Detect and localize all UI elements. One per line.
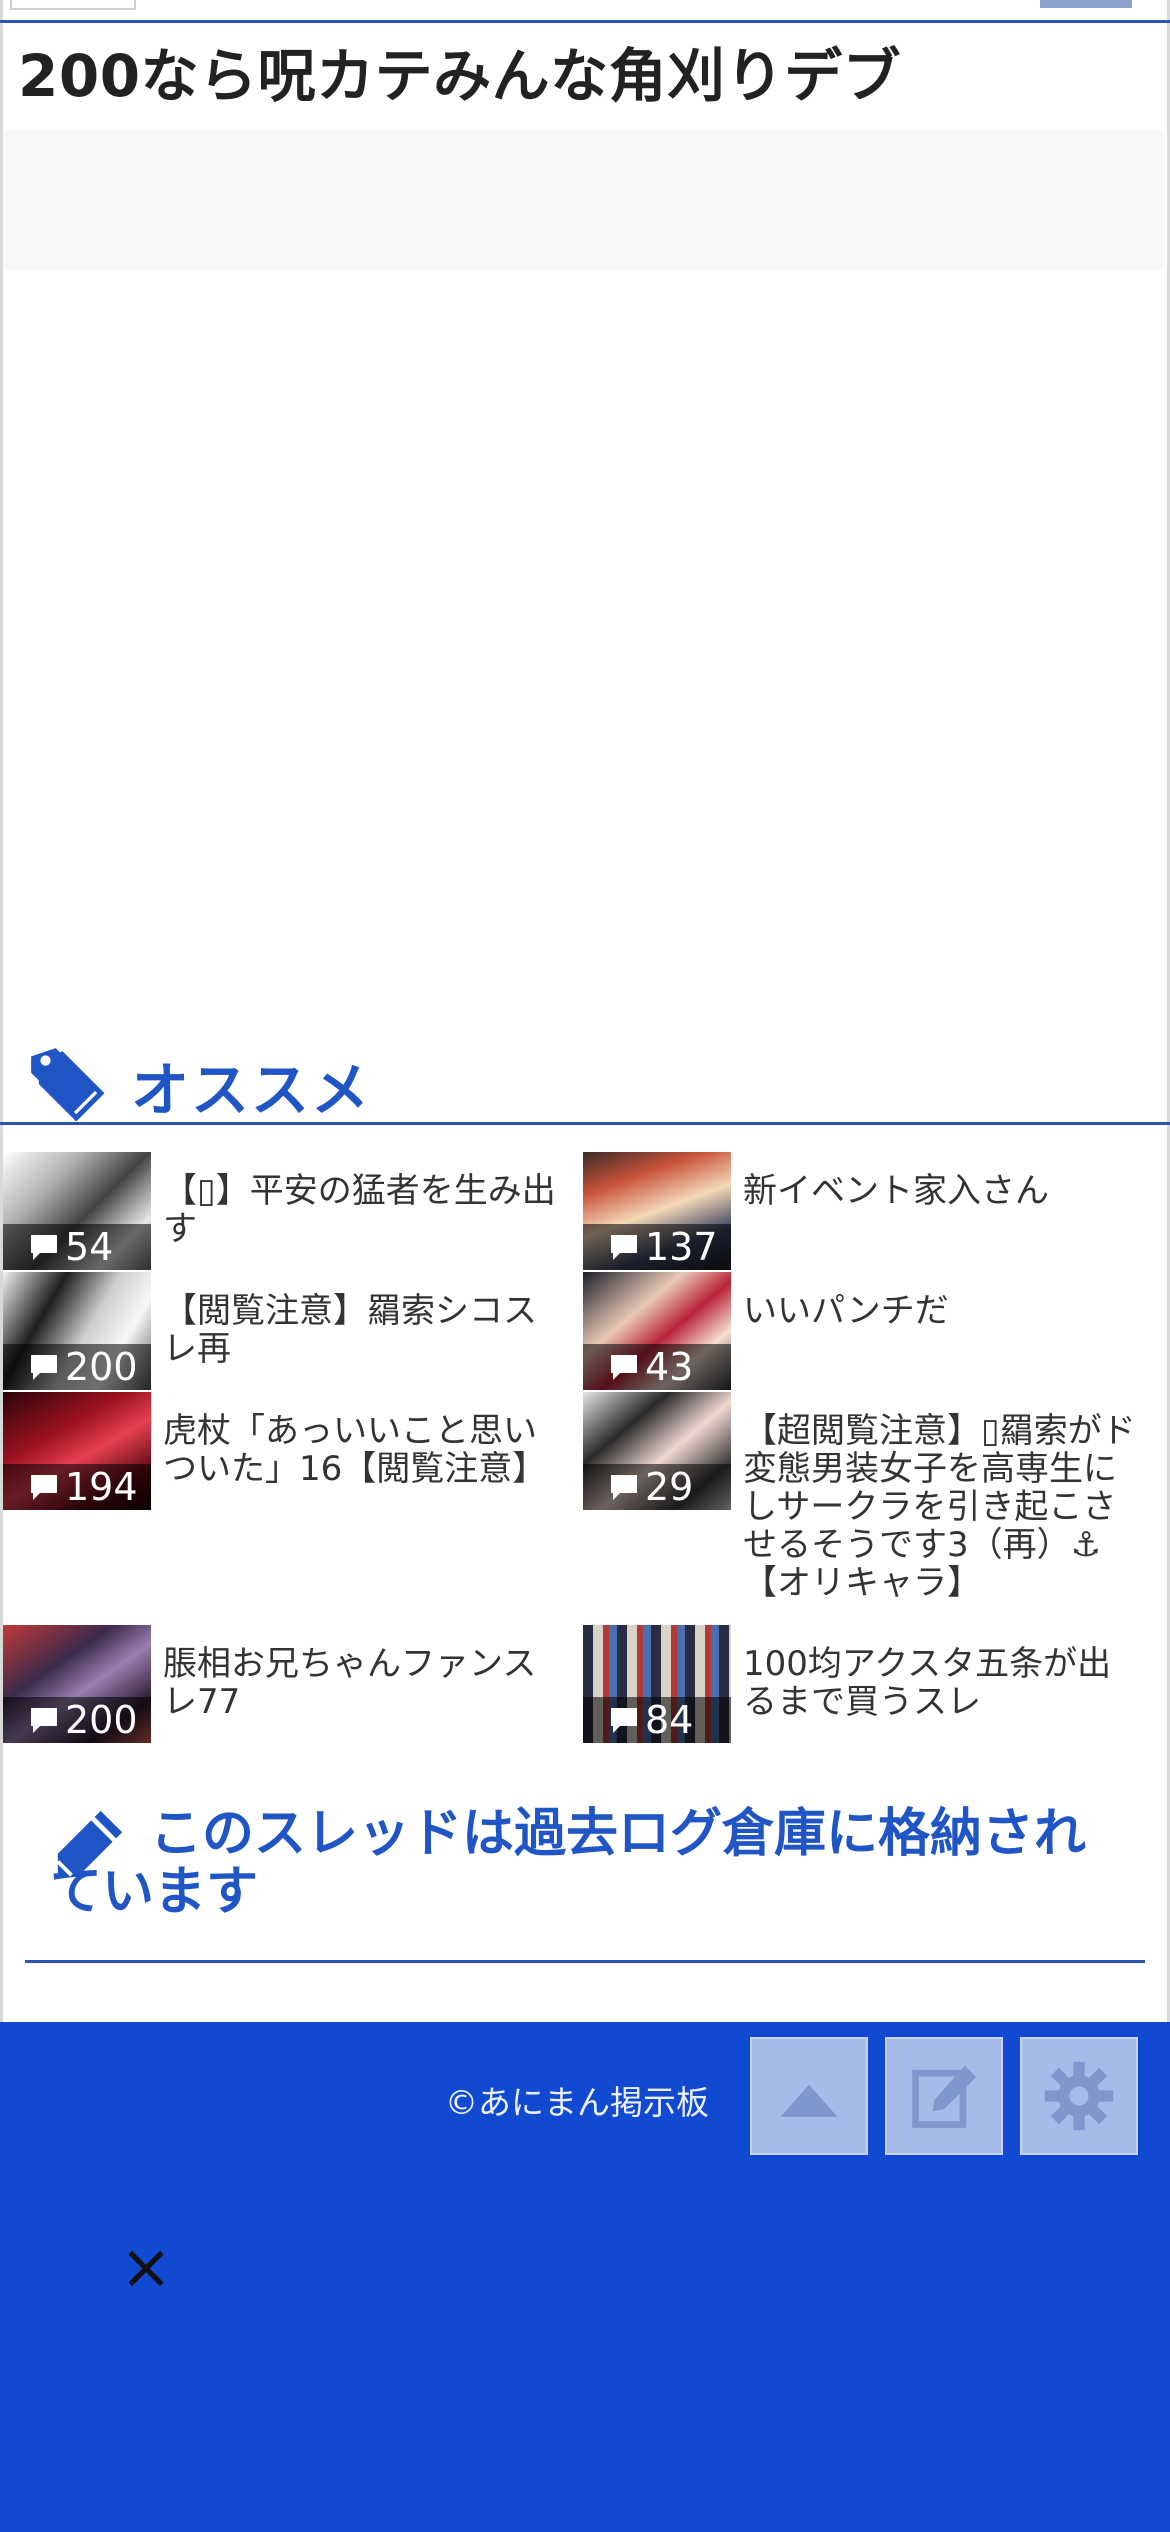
comment-count: 194 [3, 1464, 151, 1510]
top-divider [0, 20, 1170, 23]
comment-icon [31, 1235, 57, 1260]
gear-icon [1044, 2061, 1114, 2131]
comment-icon [611, 1708, 637, 1733]
thread-thumbnail: 84 [583, 1625, 731, 1743]
comment-count: 84 [583, 1697, 731, 1743]
comment-count: 54 [3, 1224, 151, 1270]
comment-icon [611, 1235, 637, 1260]
comment-icon [611, 1475, 637, 1500]
thread-title: いいパンチだ [743, 1291, 949, 1331]
tag-icon [25, 1042, 107, 1128]
thread-thumbnail: 43 [583, 1272, 731, 1390]
thread-title: 【超閲覧注意】▯羂索がド変態男装女子を高専生にしサークラを引き起こさせるそうです… [743, 1411, 1136, 1603]
close-icon[interactable]: × [120, 2236, 172, 2298]
thread-thumbnail: 200 [3, 1625, 151, 1743]
thread-thumbnail: 29 [583, 1392, 731, 1510]
thread-thumbnail: 200 [3, 1272, 151, 1390]
top-input-box[interactable] [10, 0, 136, 10]
thread-title: 100均アクスタ五条が出るまで買うスレ [743, 1644, 1112, 1722]
thread-thumbnail: 194 [3, 1392, 151, 1510]
thread-thumbnail: 137 [583, 1152, 731, 1270]
thread-title: 【閲覧注意】羂索シコスレ再 [163, 1291, 537, 1369]
scroll-top-button[interactable] [750, 2037, 868, 2155]
comment-icon [611, 1355, 637, 1380]
comment-icon [31, 1475, 57, 1500]
thread-title: 脹相お兄ちゃんファンスレ77 [163, 1644, 537, 1722]
page-title: 200なら呪カテみんな角刈りデブ [18, 42, 902, 110]
comment-count: 200 [3, 1697, 151, 1743]
pencil-icon [56, 1810, 123, 1877]
archive-notice-text: このスレッドは過去ログ倉庫に格納されています [50, 1804, 1087, 1922]
edit-icon [912, 2065, 977, 2128]
recommend-divider [0, 1122, 1170, 1125]
archive-notice: このスレッドは過去ログ倉庫に格納されています [50, 1805, 1130, 1921]
comment-count: 137 [583, 1224, 731, 1270]
thread-title: 新イベント家入さん [743, 1171, 1049, 1211]
arrow-up-icon [780, 2084, 838, 2117]
thread-thumbnail: 54 [3, 1152, 151, 1270]
recommend-title: オススメ [131, 1056, 372, 1124]
comment-count: 29 [583, 1464, 731, 1510]
post-button[interactable] [885, 2037, 1003, 2155]
thread-title: 虎杖「あっいいこと思いついた」16【閲覧注意】 [163, 1411, 547, 1489]
top-button[interactable] [1040, 0, 1132, 8]
recommend-heading: オススメ [25, 1045, 371, 1125]
comment-icon [31, 1355, 57, 1380]
comment-count: 43 [583, 1344, 731, 1390]
comment-count: 200 [3, 1344, 151, 1390]
ad-area [4, 130, 1164, 270]
settings-button[interactable] [1020, 2037, 1138, 2155]
copyright-text: ©あにまん掲示板 [445, 2083, 709, 2122]
thread-title: 【▯】平安の猛者を生み出す [163, 1171, 556, 1249]
comment-icon [31, 1708, 57, 1733]
archive-divider [25, 1960, 1145, 1963]
